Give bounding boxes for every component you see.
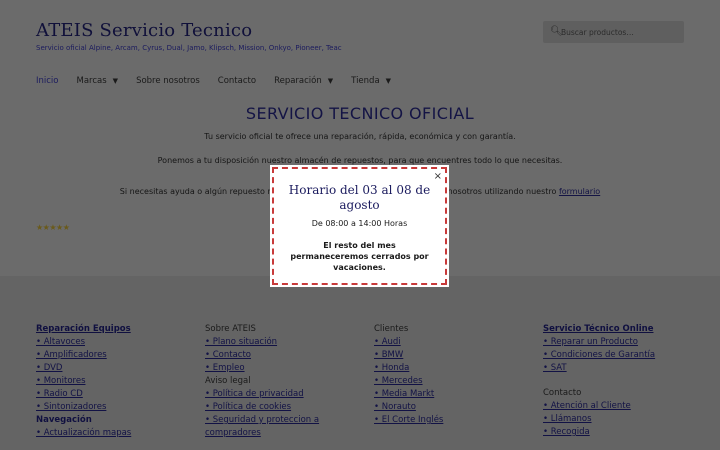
- footer-link[interactable]: • Seguridad y proteccion a compradores: [205, 414, 325, 440]
- footer-link[interactable]: • Política de cookies: [205, 401, 325, 414]
- footer-col-servicio: Servicio Técnico Online • Reparar un Pro…: [543, 323, 655, 439]
- parts-paragraph: Ponemos a tu disposición nuestro almacén…: [157, 156, 563, 165]
- footer-link[interactable]: • Política de privacidad: [205, 388, 325, 401]
- footer-link[interactable]: • Norauto: [374, 401, 443, 414]
- site-branding: ATEIS Servicio Tecnico Servicio oficial …: [36, 20, 342, 52]
- footer-link[interactable]: • Actualización mapas: [36, 427, 131, 440]
- help-text-start: Si necesitas ayuda o algún repuesto n: [119, 187, 273, 196]
- footer-link[interactable]: • Honda: [374, 362, 443, 375]
- footer-link[interactable]: • Sintonizadores: [36, 401, 131, 414]
- footer-link[interactable]: • SAT: [543, 362, 655, 375]
- footer-link[interactable]: • Altavoces: [36, 336, 131, 349]
- footer-link[interactable]: • Recogida: [543, 426, 655, 439]
- footer-link[interactable]: • Media Markt: [374, 388, 443, 401]
- footer-heading[interactable]: Reparación Equipos: [36, 323, 131, 336]
- popup-title: Horario del 03 al 08 de agosto: [288, 183, 431, 212]
- footer-col-clientes: Clientes • Audi • BMW • Honda • Mercedes…: [374, 323, 443, 427]
- nav-item-inicio[interactable]: Inicio: [36, 76, 59, 86]
- footer-col-sobre: Sobre ATEIS • Plano situación • Contacto…: [205, 323, 325, 440]
- footer-heading: Aviso legal: [205, 376, 251, 386]
- footer-link[interactable]: • Atención al Cliente: [543, 400, 655, 413]
- footer-spacer: [543, 375, 655, 387]
- footer-link[interactable]: • Plano situación: [205, 336, 325, 349]
- nav-item-label: Marcas: [76, 76, 107, 86]
- footer-link[interactable]: • Audi: [374, 336, 443, 349]
- nav-item-sobre-nosotros[interactable]: Sobre nosotros: [136, 76, 200, 86]
- footer-heading: Navegación: [36, 415, 92, 425]
- footer-link[interactable]: • Empleo: [205, 362, 325, 375]
- intro-paragraph: Tu servicio oficial te ofrece una repara…: [204, 132, 516, 141]
- nav-item-reparacion[interactable]: Reparación ▼: [274, 76, 333, 86]
- main-nav: Inicio Marcas ▼ Sobre nosotros Contacto R…: [36, 76, 409, 86]
- rating-stars: ★★★★★: [36, 223, 70, 232]
- footer-link[interactable]: • Contacto: [205, 349, 325, 362]
- search-box[interactable]: 🔍︎: [543, 21, 684, 43]
- popup-note: El resto del mes permaneceremos cerrados…: [290, 241, 429, 272]
- footer-link[interactable]: • Condiciones de Garantía: [543, 349, 655, 362]
- footer-heading: Sobre ATEIS: [205, 324, 256, 334]
- footer-heading[interactable]: Servicio Técnico Online: [543, 323, 655, 336]
- footer-link[interactable]: • DVD: [36, 362, 131, 375]
- footer-link[interactable]: • Mercedes: [374, 375, 443, 388]
- form-link[interactable]: formulario: [559, 187, 600, 196]
- nav-item-label: Sobre nosotros: [136, 76, 200, 86]
- nav-item-label: Contacto: [217, 76, 257, 86]
- footer-link[interactable]: • El Corte Inglés: [374, 414, 443, 427]
- nav-item-tienda[interactable]: Tienda ▼: [351, 76, 391, 86]
- close-icon[interactable]: ×: [434, 171, 442, 182]
- site-title[interactable]: ATEIS Servicio Tecnico: [36, 20, 342, 41]
- nav-item-label: Inicio: [36, 76, 59, 86]
- nav-item-marcas[interactable]: Marcas ▼: [77, 76, 119, 86]
- search-input[interactable]: [561, 24, 679, 40]
- footer-link[interactable]: • Monitores: [36, 375, 131, 388]
- footer-link[interactable]: • Reparar un Producto: [543, 336, 655, 349]
- footer-link[interactable]: • Amplificadores: [36, 349, 131, 362]
- help-text-end: nosotros utilizando nuestro: [447, 187, 557, 196]
- footer-heading: Contacto: [543, 388, 582, 398]
- chevron-down-icon: ▼: [112, 77, 119, 85]
- site-tagline: Servicio oficial Alpine, Arcam, Cyrus, D…: [36, 44, 342, 52]
- vacation-popup: × Horario del 03 al 08 de agosto De 08:0…: [272, 167, 447, 285]
- footer-heading: Clientes: [374, 324, 409, 334]
- nav-item-label: Tienda: [351, 76, 380, 86]
- footer-link[interactable]: • Llámanos: [543, 413, 655, 426]
- footer-link[interactable]: • Radio CD: [36, 388, 131, 401]
- nav-item-label: Reparación: [274, 76, 322, 86]
- footer-link[interactable]: • BMW: [374, 349, 443, 362]
- page-title: SERVICIO TECNICO OFICIAL: [245, 104, 475, 123]
- nav-item-contacto[interactable]: Contacto: [218, 76, 256, 86]
- chevron-down-icon: ▼: [327, 77, 334, 85]
- popup-hours: De 08:00 a 14:00 Horas: [311, 219, 408, 228]
- footer-col-reparacion: Reparación Equipos • Altavoces • Amplifi…: [36, 323, 131, 440]
- chevron-down-icon: ▼: [385, 77, 392, 85]
